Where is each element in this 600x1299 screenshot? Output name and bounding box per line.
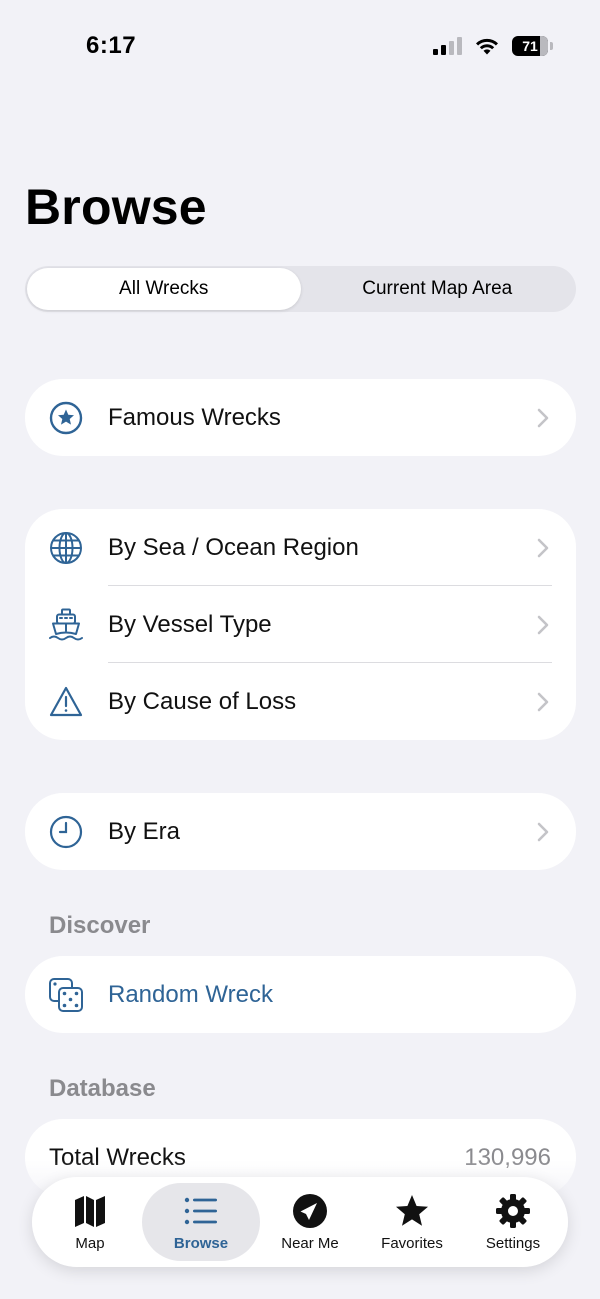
battery-icon: 71 xyxy=(512,36,553,56)
segment-current-map-area[interactable]: Current Map Area xyxy=(301,268,575,310)
by-sea-region-label: By Sea / Ocean Region xyxy=(108,533,359,561)
tab-settings-label: Settings xyxy=(485,1234,541,1252)
list-icon xyxy=(184,1197,217,1224)
status-bar: 6:17 71 xyxy=(0,0,600,96)
tab-browse-label: Browse xyxy=(173,1234,229,1252)
tab-bar: Map Browse Near Me Favorites Settings xyxy=(32,1177,568,1267)
warning-triangle-icon xyxy=(48,684,84,720)
tab-browse[interactable]: Browse xyxy=(142,1183,260,1261)
status-time: 6:17 xyxy=(86,32,137,59)
clock-icon xyxy=(48,814,84,850)
tab-map-label: Map xyxy=(75,1234,105,1252)
chevron-right-icon xyxy=(537,538,549,557)
famous-wrecks-card: Famous Wrecks xyxy=(25,379,576,456)
ferry-icon xyxy=(48,607,84,643)
chevron-right-icon xyxy=(537,822,549,841)
globe-icon xyxy=(48,530,84,566)
famous-wrecks-label: Famous Wrecks xyxy=(108,403,281,431)
database-section-header: Database xyxy=(49,1075,156,1102)
wifi-icon xyxy=(476,38,498,55)
by-cause-of-loss-label: By Cause of Loss xyxy=(108,687,297,715)
tab-map[interactable]: Map xyxy=(38,1183,142,1261)
by-vessel-type-row[interactable]: By Vessel Type xyxy=(25,586,576,663)
tab-near-me-label: Near Me xyxy=(281,1234,339,1252)
status-indicators: 71 xyxy=(433,36,553,56)
tab-near-me[interactable]: Near Me xyxy=(260,1183,360,1261)
chevron-right-icon xyxy=(537,408,549,427)
by-era-label: By Era xyxy=(108,817,181,845)
discover-section-header: Discover xyxy=(49,912,151,939)
battery-level: 71 xyxy=(522,38,538,54)
scope-segmented-control: All Wrecks Current Map Area xyxy=(25,266,576,312)
chevron-right-icon xyxy=(537,615,549,634)
gear-icon xyxy=(496,1193,530,1228)
location-arrow-icon xyxy=(293,1193,327,1228)
chevron-right-icon xyxy=(537,692,549,711)
tab-favorites[interactable]: Favorites xyxy=(360,1183,464,1261)
discover-card: Random Wreck xyxy=(25,956,576,1033)
by-sea-region-row[interactable]: By Sea / Ocean Region xyxy=(25,509,576,586)
by-cause-of-loss-row[interactable]: By Cause of Loss xyxy=(25,663,576,740)
star-icon xyxy=(396,1194,428,1226)
by-era-row[interactable]: By Era xyxy=(25,793,576,870)
famous-wrecks-row[interactable]: Famous Wrecks xyxy=(25,379,576,456)
cellular-signal-icon xyxy=(433,37,462,55)
by-vessel-type-label: By Vessel Type xyxy=(108,610,272,638)
random-wreck-row[interactable]: Random Wreck xyxy=(25,956,576,1033)
segment-all-wrecks[interactable]: All Wrecks xyxy=(27,268,301,310)
tab-favorites-label: Favorites xyxy=(381,1234,443,1252)
map-icon xyxy=(75,1195,105,1227)
dice-icon xyxy=(48,977,84,1013)
random-wreck-label: Random Wreck xyxy=(108,980,273,1008)
page-title: Browse xyxy=(25,179,207,235)
star-circle-icon xyxy=(48,400,84,436)
categories-card: By Sea / Ocean Region By Vessel Type By … xyxy=(25,509,576,740)
tab-settings[interactable]: Settings xyxy=(464,1183,562,1261)
era-card: By Era xyxy=(25,793,576,870)
